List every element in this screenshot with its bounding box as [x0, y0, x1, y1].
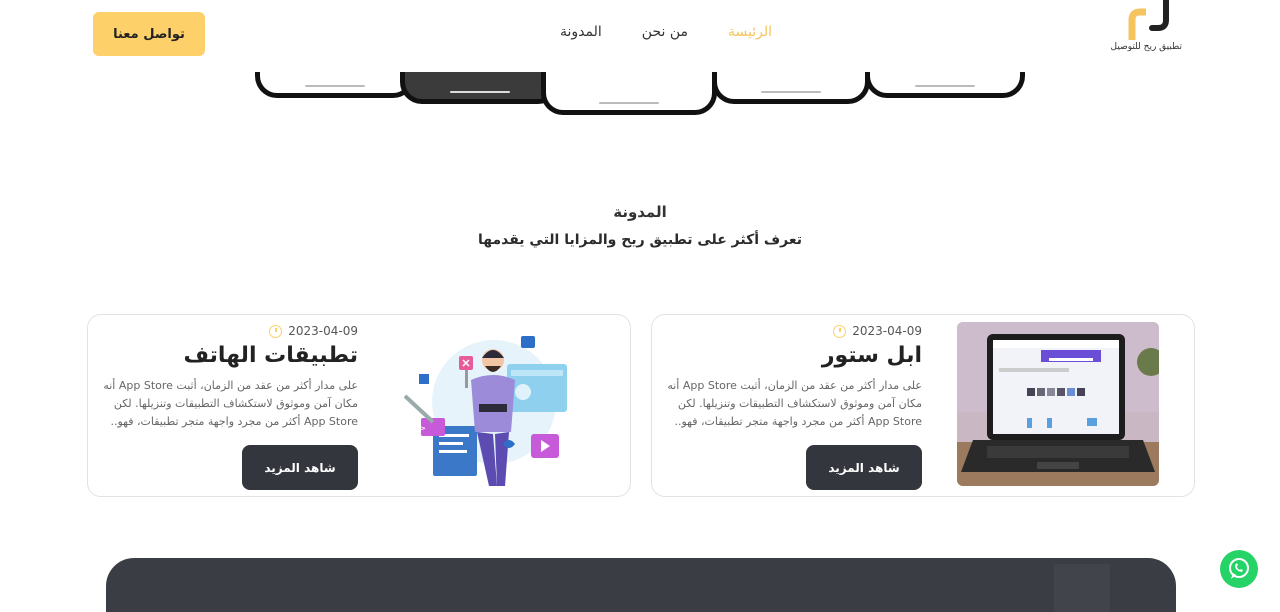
logo-text: تطبيق ريح للتوصيل: [1110, 42, 1182, 52]
section-subtitle: تعرف أكثر على تطبيق ريح والمزايا التي يق…: [477, 232, 803, 248]
phone-mockup: [712, 68, 870, 104]
logo[interactable]: تطبيق ريح للتوصيل: [1110, 0, 1182, 56]
clock-icon: [269, 324, 283, 338]
post-excerpt: على مدار أكثر من عقد من الزمان، أثبت App…: [103, 379, 358, 428]
nav-item-home[interactable]: الرئيسة: [728, 24, 772, 40]
post-date-text: 2023-04-09: [852, 324, 922, 338]
post-date: 2023-04-09: [833, 324, 922, 338]
developer-illustration[interactable]: </>: [393, 322, 595, 486]
section-title: المدونة: [613, 203, 689, 225]
post-date: 2023-04-09: [269, 324, 358, 338]
main-nav: الرئيسة من نحن المدونة: [560, 24, 772, 40]
blog-card: 2023-04-09 ابل ستور على مدار أكثر من عقد…: [651, 314, 1195, 497]
site-header: تطبيق ريح للتوصيل الرئيسة من نحن المدونة…: [0, 0, 1280, 72]
clock-icon: [833, 324, 847, 338]
phone-mockup: [255, 68, 415, 98]
nav-item-about[interactable]: من نحن: [642, 24, 688, 40]
post-title[interactable]: تطبيقات الهاتف: [183, 343, 358, 368]
read-more-button[interactable]: شاهد المزيد: [806, 445, 922, 490]
section-heading: المدونة: [0, 202, 1280, 225]
read-more-button[interactable]: شاهد المزيد: [242, 445, 358, 490]
post-date-text: 2023-04-09: [288, 324, 358, 338]
post-excerpt: على مدار أكثر من عقد من الزمان، أثبت App…: [667, 379, 922, 428]
footer-banner: [106, 558, 1176, 612]
svg-text:</>: </>: [408, 424, 426, 434]
laptop-app-store-photo[interactable]: [957, 322, 1159, 486]
phone-mockup: [865, 68, 1025, 98]
logo-mark-icon: [1128, 0, 1169, 40]
phone-mockup: [400, 68, 560, 104]
phone-mockup: [541, 68, 717, 115]
whatsapp-icon[interactable]: [1220, 550, 1258, 588]
blog-card: </> 2023-04-09 تطبيقات الهاتف على مدار أ…: [87, 314, 631, 497]
contact-us-button[interactable]: تواصل معنا: [93, 12, 205, 56]
nav-item-blog[interactable]: المدونة: [560, 24, 602, 40]
post-title[interactable]: ابل ستور: [822, 343, 922, 368]
footer-banner-panel: [1054, 564, 1110, 612]
